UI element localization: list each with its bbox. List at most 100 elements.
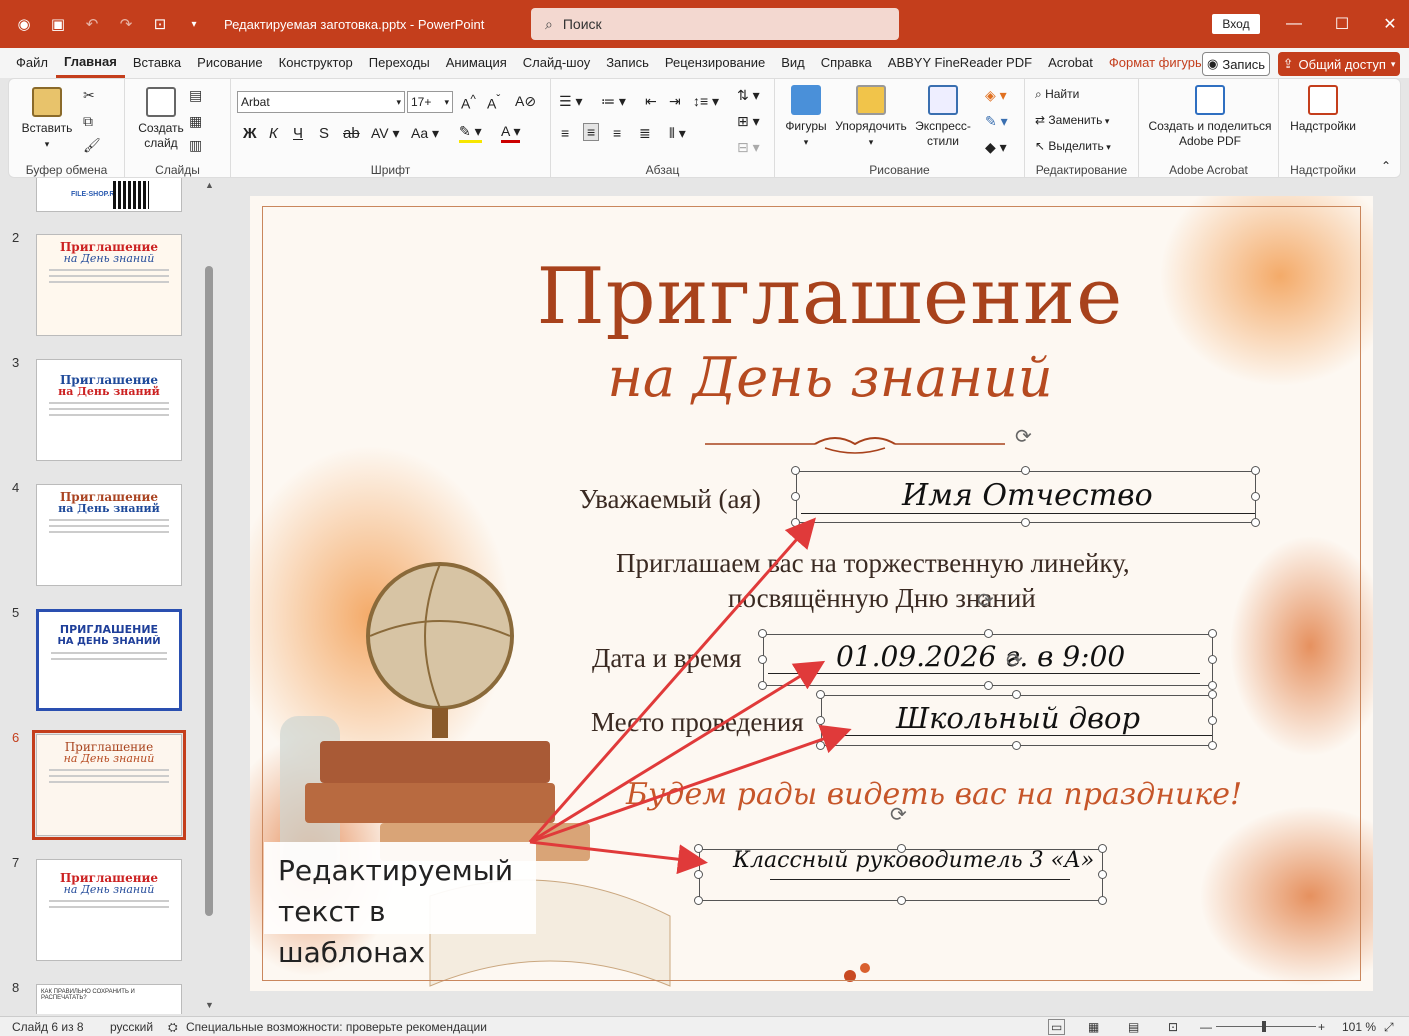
resize-handle[interactable]	[816, 716, 825, 725]
shrink-font-button[interactable]: Aˇ	[487, 93, 500, 112]
slide-thumbnail-3[interactable]: Приглашение на День знаний	[36, 359, 182, 461]
tab-design[interactable]: Конструктор	[271, 48, 361, 78]
record-button[interactable]: ◉ Запись	[1202, 52, 1270, 76]
greeting-selection-box[interactable]	[796, 471, 1256, 523]
date-label[interactable]: Дата и время	[592, 643, 742, 674]
tab-help[interactable]: Справка	[813, 48, 880, 78]
resize-handle[interactable]	[758, 629, 767, 638]
font-name-input[interactable]: Arbat ▾	[237, 91, 405, 113]
clear-format-icon[interactable]: A⊘	[515, 93, 536, 110]
replace-button[interactable]: ⇄ Заменить ▾	[1035, 113, 1109, 127]
editable-text-callout[interactable]: Редактируемый текст в шаблонах	[264, 842, 536, 969]
resize-handle[interactable]	[897, 844, 906, 853]
font-size-input[interactable]: 17+ ▾	[407, 91, 453, 113]
resize-handle[interactable]	[1098, 844, 1107, 853]
maximize-icon[interactable]: ☐	[1330, 12, 1354, 36]
resize-handle[interactable]	[694, 844, 703, 853]
shape-outline-icon[interactable]: ✎ ▾	[985, 113, 1008, 130]
customize-icon[interactable]: ▾	[184, 14, 204, 34]
place-selection-box[interactable]	[821, 695, 1213, 746]
tab-record[interactable]: Запись	[598, 48, 657, 78]
zoom-slider[interactable]	[1216, 1021, 1316, 1032]
place-label[interactable]: Место проведения	[591, 707, 804, 738]
resize-handle[interactable]	[1012, 690, 1021, 699]
close-icon[interactable]: ✕	[1378, 12, 1402, 36]
decrease-indent-icon[interactable]: ⇤	[645, 93, 657, 110]
bullets-icon[interactable]: ☰ ▾	[559, 93, 582, 110]
resize-handle[interactable]	[984, 629, 993, 638]
tab-animations[interactable]: Анимация	[438, 48, 515, 78]
line-spacing-icon[interactable]: ↕≡ ▾	[693, 93, 719, 110]
rotate-handle-icon[interactable]: ⟳	[977, 588, 994, 613]
minimize-icon[interactable]: —	[1282, 12, 1306, 36]
resize-handle[interactable]	[694, 870, 703, 879]
resize-handle[interactable]	[791, 492, 800, 501]
italic-button[interactable]: К	[269, 125, 278, 142]
tab-slideshow[interactable]: Слайд-шоу	[515, 48, 598, 78]
slide-sorter-icon[interactable]: ▦	[1088, 1020, 1099, 1034]
zoom-level[interactable]: 101 %	[1342, 1020, 1376, 1034]
collapse-ribbon-icon[interactable]: ⌃	[1381, 159, 1391, 173]
justify-icon[interactable]: ≣	[639, 125, 651, 142]
slide-thumbnail-8[interactable]: КАК ПРАВИЛЬНО СОХРАНИТЬ И РАСПЕЧАТАТЬ?	[36, 984, 182, 1014]
format-painter-icon[interactable]: 🖌	[83, 137, 101, 154]
smartart-icon[interactable]: ⊟ ▾	[737, 139, 760, 156]
quick-styles-button[interactable]: Экспресс-стили	[911, 85, 975, 149]
greeting-label[interactable]: Уважаемый (ая)	[579, 484, 761, 515]
slide-thumbnail-7[interactable]: Приглашение на День знаний	[36, 859, 182, 961]
resize-handle[interactable]	[1208, 655, 1217, 664]
tab-transitions[interactable]: Переходы	[361, 48, 438, 78]
closing-text[interactable]: Будем рады видеть вас на празднике!	[626, 777, 1242, 812]
rotate-handle-icon[interactable]: ⟳	[1015, 424, 1032, 449]
addins-button[interactable]: Надстройки	[1283, 85, 1363, 134]
increase-indent-icon[interactable]: ⇥	[669, 93, 681, 110]
reset-icon[interactable]: ▦	[189, 113, 202, 130]
spacing-button[interactable]: AV ▾	[371, 125, 400, 142]
resize-handle[interactable]	[758, 681, 767, 690]
undo-icon[interactable]: ↶	[82, 14, 102, 34]
redo-icon[interactable]: ↷	[116, 14, 136, 34]
align-right-icon[interactable]: ≡	[613, 125, 621, 141]
thumbnails-scrollbar[interactable]	[205, 266, 213, 916]
resize-handle[interactable]	[1098, 870, 1107, 879]
find-button[interactable]: ⌕ Найти	[1035, 87, 1079, 102]
tab-acrobat[interactable]: Acrobat	[1040, 48, 1101, 78]
search-box[interactable]: ⌕ Поиск	[531, 8, 899, 40]
case-button[interactable]: Aa ▾	[411, 125, 439, 142]
normal-view-icon[interactable]: ▭	[1048, 1019, 1066, 1035]
copy-icon[interactable]: ⧉	[83, 113, 93, 130]
slide-thumbnail-1[interactable]: FILE-SHOP.RU	[36, 178, 182, 212]
slide-thumbnail-4[interactable]: Приглашение на День знаний	[36, 484, 182, 586]
layout-icon[interactable]: ▤	[189, 87, 202, 104]
font-color-icon[interactable]: A ▾	[501, 123, 521, 143]
tab-file[interactable]: Файл	[8, 48, 56, 78]
signature-selection-box[interactable]	[699, 849, 1103, 901]
present-icon[interactable]: ⊡	[150, 14, 170, 34]
fit-slide-icon[interactable]: ⤢	[1384, 1020, 1394, 1035]
tab-insert[interactable]: Вставка	[125, 48, 189, 78]
align-center-icon[interactable]: ≡	[583, 123, 600, 141]
rotate-handle-icon[interactable]: ⟳	[1006, 648, 1023, 673]
grow-font-button[interactable]: A^	[461, 93, 476, 112]
shape-effects-icon[interactable]: ◆ ▾	[985, 139, 1007, 156]
slideshow-icon[interactable]: ⊡	[1168, 1020, 1178, 1034]
resize-handle[interactable]	[984, 681, 993, 690]
signin-button[interactable]: Вход	[1212, 14, 1260, 34]
numbering-icon[interactable]: ≔ ▾	[601, 93, 626, 110]
resize-handle[interactable]	[1208, 716, 1217, 725]
new-slide-button[interactable]: Создать слайд	[131, 87, 191, 151]
resize-handle[interactable]	[1208, 681, 1217, 690]
resize-handle[interactable]	[1251, 492, 1260, 501]
columns-icon[interactable]: ⫴ ▾	[669, 125, 686, 142]
arrange-button[interactable]: Упорядочить ▾	[835, 85, 907, 150]
align-text-icon[interactable]: ⊞ ▾	[737, 113, 760, 130]
resize-handle[interactable]	[816, 741, 825, 750]
bold-button[interactable]: Ж	[243, 125, 257, 142]
text-direction-icon[interactable]: ⇅ ▾	[737, 87, 760, 104]
resize-handle[interactable]	[1208, 690, 1217, 699]
slide-thumbnail-2[interactable]: Приглашение на День знаний	[36, 234, 182, 336]
tab-view[interactable]: Вид	[773, 48, 813, 78]
highlight-icon[interactable]: ✎ ▾	[459, 123, 482, 143]
resize-handle[interactable]	[1251, 518, 1260, 527]
zoom-slider-thumb[interactable]	[1262, 1021, 1266, 1032]
